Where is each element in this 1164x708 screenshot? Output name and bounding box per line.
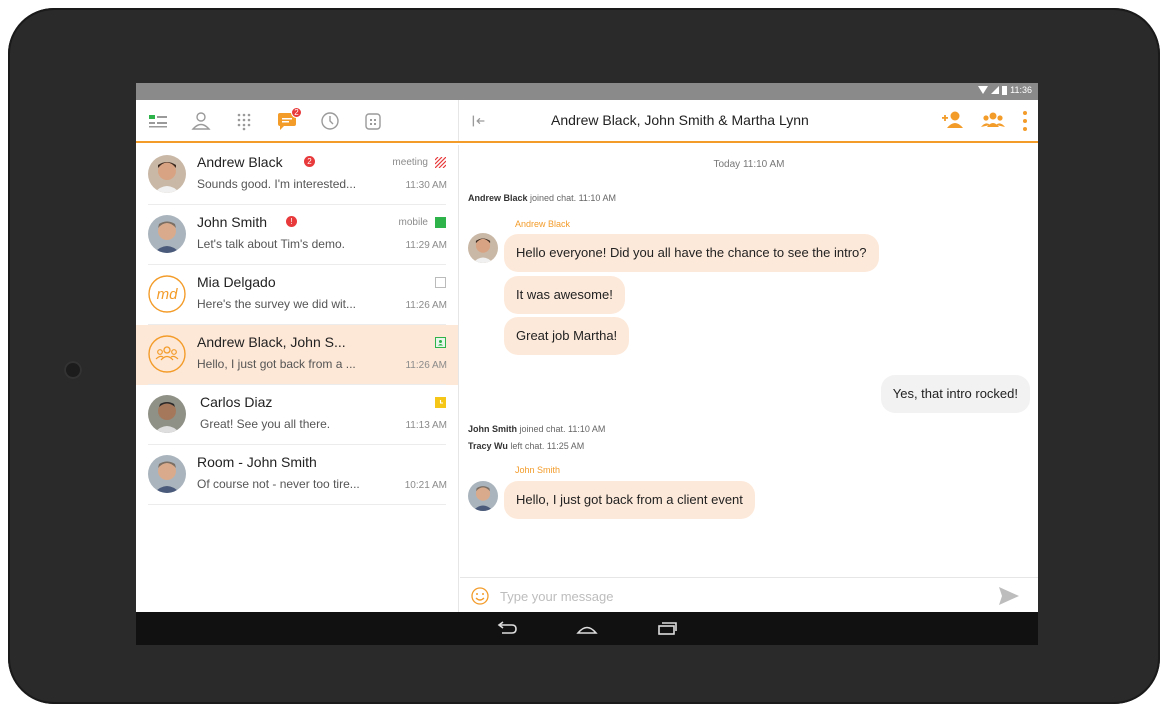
avatar [148, 395, 186, 433]
conversation-item[interactable]: Carlos Diaz Great! See you all there. 11… [136, 385, 458, 445]
avatar [148, 155, 186, 193]
conversation-item[interactable]: John Smith ! mobile Let's talk about Tim… [136, 205, 458, 265]
more-menu-icon[interactable] [1020, 108, 1030, 134]
message-input[interactable] [500, 584, 980, 608]
status-bar: 11:36 [136, 83, 1038, 100]
home-icon[interactable] [574, 620, 600, 638]
conversation-item[interactable]: Room - John Smith Of course not - never … [136, 445, 458, 505]
unread-badge: ! [286, 216, 297, 227]
date-divider: Today 11:10 AM [713, 159, 785, 170]
group-presence-icon [435, 337, 446, 348]
header-actions [940, 108, 1030, 134]
chat-header: Andrew Black, John Smith & Martha Lynn [459, 100, 1038, 141]
history-clock-icon [321, 111, 339, 130]
conversation-name: John Smith [197, 214, 268, 230]
top-bar: 2 Andrew Black, John Smith & Martha Lynn [136, 100, 1038, 143]
presence-status: meeting [392, 157, 428, 168]
signal-icon [991, 86, 1000, 94]
conversation-preview: Here's the survey we did wit... [197, 297, 357, 311]
conversation-name: Mia Delgado [197, 274, 276, 290]
system-event: Tracy Wu left chat. 11:25 AM [468, 441, 585, 451]
initials: md [157, 286, 178, 303]
message-bubble-incoming: Hello everyone! Did you all have the cha… [504, 234, 879, 272]
group-icon [148, 335, 186, 373]
avatar: md [148, 275, 186, 313]
message-sender: John Smith [515, 465, 561, 475]
wifi-icon [978, 86, 989, 94]
avatar [148, 215, 186, 253]
main-tabs: 2 [136, 100, 459, 141]
chat-transcript: Today 11:10 AM Andrew Black joined chat.… [460, 145, 1038, 577]
collapse-sidebar-button[interactable] [465, 107, 493, 135]
sender-avatar [468, 233, 498, 263]
emoji-icon[interactable] [470, 586, 490, 606]
send-icon[interactable] [998, 586, 1020, 606]
offline-presence-icon [435, 277, 446, 288]
tab-voicemail[interactable] [361, 109, 385, 133]
tab-contacts[interactable] [189, 109, 213, 133]
message-sender: Andrew Black [515, 219, 571, 229]
conversation-list: Andrew Black 2 meeting Sounds good. I'm … [136, 145, 459, 645]
dialpad-icon [237, 113, 251, 130]
collapse-arrow-icon [472, 115, 485, 126]
add-participant-icon[interactable] [940, 108, 966, 134]
conversation-preview: Sounds good. I'm interested... [197, 177, 357, 191]
conversation-time: 10:21 AM [404, 480, 447, 491]
compose-bar [460, 577, 1038, 612]
conversation-preview: Hello, I just got back from a ... [197, 357, 356, 371]
conversation-time: 11:26 AM [405, 300, 447, 311]
conversation-item-active[interactable]: Andrew Black, John S... Hello, I just go… [136, 325, 458, 385]
conversation-name: Room - John Smith [197, 454, 317, 470]
voicemail-icon [365, 112, 381, 130]
camera [64, 361, 82, 379]
conversation-name: Andrew Black [197, 154, 283, 170]
chat-title: Andrew Black, John Smith & Martha Lynn [551, 112, 809, 128]
message-bubble-incoming: Great job Martha! [504, 317, 630, 355]
battery-icon [1002, 85, 1008, 95]
meeting-presence-icon [435, 157, 446, 168]
conversation-preview: Great! See you all there. [200, 417, 331, 431]
conversation-name: Carlos Diaz [200, 394, 273, 410]
tab-chat[interactable]: 2 [275, 106, 302, 133]
conversation-item[interactable]: md Mia Delgado Here's the survey we did … [136, 265, 458, 325]
tab-presence[interactable] [146, 109, 170, 133]
status-time: 11:36 [1010, 85, 1032, 95]
tab-history[interactable] [318, 109, 342, 133]
presence-status: mobile [398, 217, 428, 228]
avatar [148, 455, 186, 493]
person-icon [191, 111, 211, 130]
android-nav-bar [136, 612, 1038, 645]
away-presence-icon [435, 397, 446, 408]
conversation-name: Andrew Black, John S... [197, 334, 346, 350]
participants-icon[interactable] [980, 108, 1006, 134]
conversation-preview: Let's talk about Tim's demo. [197, 237, 345, 251]
conversation-preview: Of course not - never too tire... [197, 477, 360, 491]
message-bubble-incoming: Hello, I just got back from a client eve… [504, 481, 755, 519]
system-event: Andrew Black joined chat. 11:10 AM [468, 193, 616, 203]
recents-icon[interactable] [654, 620, 680, 638]
message-bubble-outgoing: Yes, that intro rocked! [880, 375, 1030, 413]
group-avatar [148, 335, 186, 373]
conversation-time: 11:30 AM [405, 180, 447, 191]
back-icon[interactable] [494, 620, 520, 638]
available-presence-icon [435, 217, 446, 228]
conversation-item[interactable]: Andrew Black 2 meeting Sounds good. I'm … [136, 145, 458, 205]
sender-avatar [468, 481, 498, 511]
tab-dialpad[interactable] [232, 109, 256, 133]
presence-list-icon [149, 114, 167, 127]
app-screen: 11:36 2 Andrew Black, John Smith & Marth… [136, 83, 1038, 645]
chat-unread-badge: 2 [291, 106, 302, 118]
conversation-time: 11:13 AM [405, 420, 447, 431]
system-event: John Smith joined chat. 11:10 AM [468, 424, 606, 434]
conversation-time: 11:26 AM [405, 360, 447, 371]
message-bubble-incoming: It was awesome! [504, 276, 625, 314]
conversation-time: 11:29 AM [405, 240, 447, 251]
unread-badge: 2 [304, 156, 315, 167]
